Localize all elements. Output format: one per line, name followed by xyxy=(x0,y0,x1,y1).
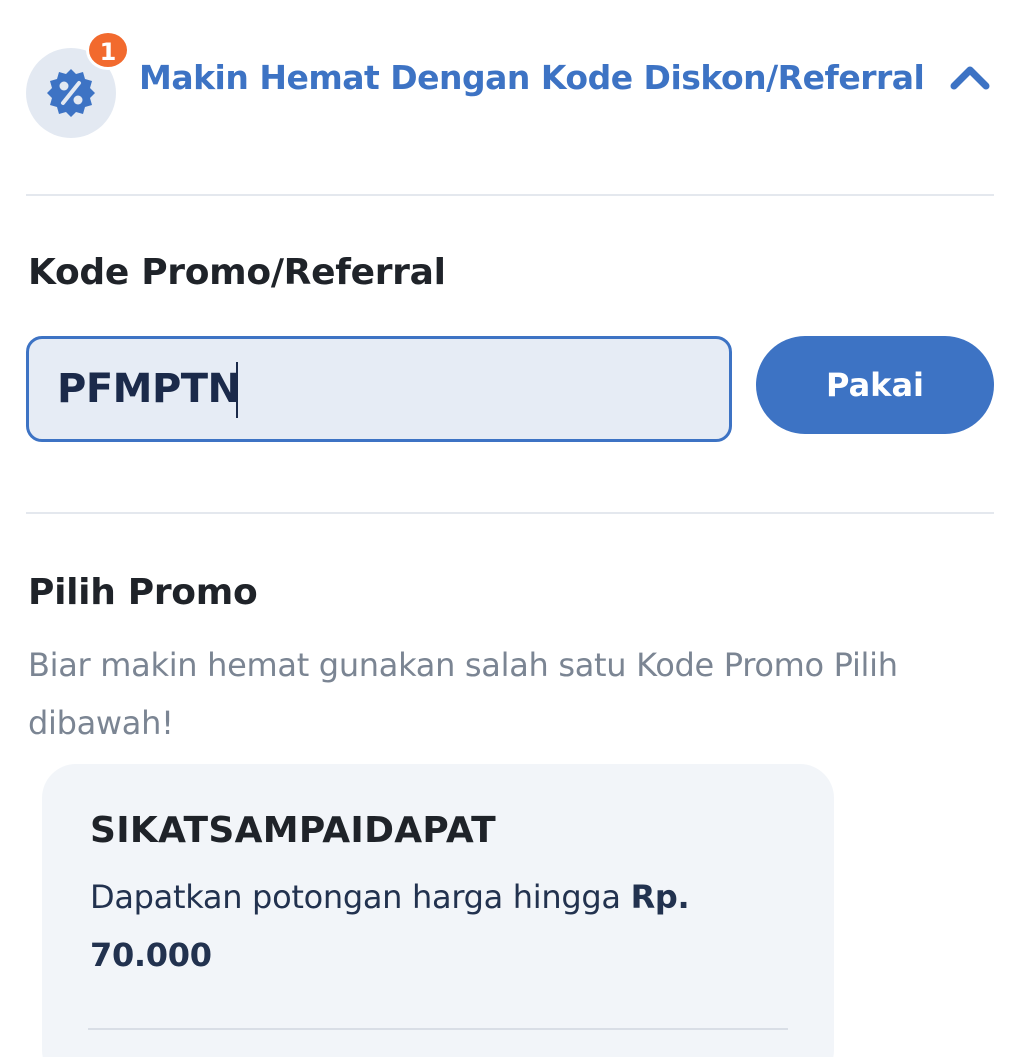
divider xyxy=(26,194,994,196)
promo-card[interactable]: SIKATSAMPAIDAPAT Dapatkan potongan harga… xyxy=(42,764,834,1057)
promo-section-title: Makin Hemat Dengan Kode Diskon/Referral xyxy=(139,58,925,97)
notification-count-badge: 1 xyxy=(86,30,130,70)
promo-page: 1 Makin Hemat Dengan Kode Diskon/Referra… xyxy=(0,0,1025,1057)
choose-promo-description: Biar makin hemat gunakan salah satu Kode… xyxy=(28,646,898,742)
promo-section-header[interactable]: 1 Makin Hemat Dengan Kode Diskon/Referra… xyxy=(26,30,996,138)
chevron-up-icon[interactable] xyxy=(948,62,992,92)
divider xyxy=(26,512,994,514)
choose-promo-title: Pilih Promo xyxy=(28,572,258,613)
text-caret xyxy=(236,362,238,418)
card-divider xyxy=(88,1028,788,1030)
apply-promo-button[interactable]: Pakai xyxy=(756,336,994,434)
promo-code-label: Kode Promo/Referral xyxy=(28,252,446,293)
promo-code-input[interactable] xyxy=(26,336,732,442)
promo-card-desc-text: Dapatkan potongan harga hingga xyxy=(90,878,631,916)
promo-card-code: SIKATSAMPAIDAPAT xyxy=(90,810,497,851)
promo-card-description: Dapatkan potongan harga hingga Rp. 70.00… xyxy=(90,868,790,984)
percent-gear-icon xyxy=(47,69,95,117)
